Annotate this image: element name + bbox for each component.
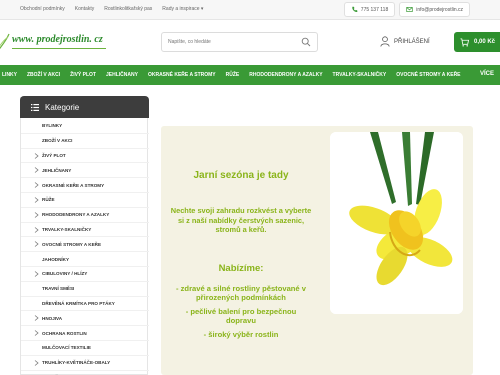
sidebar-category-item[interactable]: PODPĚRY PRO ROSTLINY [21, 371, 149, 375]
search-icon[interactable] [301, 37, 311, 47]
sidebar-category-label: OKRASNÉ KEŘE A STROMY [42, 182, 105, 188]
sidebar-category-label: HNOJIVA [42, 315, 63, 321]
sidebar-category-item[interactable]: DŘEVĚNÁ KRMÍTKA PRO PTÁKY [21, 297, 149, 312]
chevron-right-icon [34, 182, 39, 188]
daffodil-image [330, 132, 463, 314]
top-link-terms[interactable]: Obchodní podmínky [20, 6, 65, 12]
category-list: BYLINKY ZBOŽÍ V AKCI ŽIVÝ PLOT JEHLIČNANY OK… [21, 119, 149, 375]
phone-link[interactable]: 775 137 118 [343, 2, 396, 17]
banner-text: Nechte svoji zahradu rozkvést a vyberte … [170, 206, 312, 235]
cart-button[interactable]: 0,00 Kč [454, 32, 500, 52]
sidebar-category-label: RŮŽE [42, 197, 55, 203]
top-bar: Obchodní podmínky Kontakty Rostlinkolitk… [0, 0, 500, 20]
search-box [161, 32, 318, 52]
sidebar-category-label: OVOCNÉ STROMY A KEŘE [42, 241, 102, 247]
top-link-tips[interactable]: Rady a inspirace ▾ [162, 6, 203, 12]
banner-subtitle: Nabízíme: [218, 263, 264, 274]
sidebar-category-item[interactable]: HNOJIVA [21, 311, 149, 327]
sidebar-category-item[interactable]: ŽIVÝ PLOT [21, 149, 149, 164]
nav-item-rhododendrons[interactable]: RHODODENDRONY A AZALKY [244, 72, 327, 78]
chevron-right-icon [34, 359, 39, 366]
user-icon [380, 36, 390, 47]
nav-item-hedge[interactable]: ŽIVÝ PLOT [65, 72, 101, 78]
sidebar-category-label: JAHODNÍKY [42, 256, 70, 262]
sidebar-category-label: MULČOVACÍ TEXTILIE [42, 345, 91, 351]
category-sidebar: Kategorie BYLINKY ZBOŽÍ V AKCI ŽIVÝ PLOT JE… [20, 96, 149, 375]
sidebar-category-item[interactable]: OKRASNÉ KEŘE A STROMY [21, 178, 149, 193]
chevron-right-icon [34, 167, 39, 174]
banner-title: Jarní sezóna je tady [193, 170, 289, 181]
site-logo[interactable]: www. prodejrostlin. cz [0, 31, 106, 53]
sidebar-category-label: OCHRANA ROSTLIN [42, 330, 87, 336]
sidebar-category-item[interactable]: JAHODNÍKY [21, 252, 149, 267]
phone-number: 775 137 118 [360, 6, 389, 13]
sidebar-category-item[interactable]: TRAVNÍ SMĚSI [21, 282, 149, 297]
sidebar-category-label: JEHLIČNANY [42, 167, 72, 173]
email-address: info@prodejrostlin.cz [416, 6, 463, 13]
phone-icon [352, 6, 358, 12]
sidebar-category-label: ŽIVÝ PLOT [42, 152, 66, 158]
main-navigation: LINKY ZBOŽÍ V AKCI ŽIVÝ PLOT JEHLIČNANY … [0, 65, 500, 85]
sidebar-category-item[interactable]: OVOCNÉ STROMY A KEŘE [21, 237, 149, 253]
chevron-right-icon [34, 315, 39, 322]
nav-more-button[interactable]: VÍCE [480, 71, 494, 77]
top-link-contacts[interactable]: Kontakty [75, 6, 94, 12]
list-icon [31, 103, 39, 111]
sidebar-category-item[interactable]: OCHRANA ROSTLIN [21, 326, 149, 341]
nav-item-shrubs-trees[interactable]: OKRASNÉ KEŘE A STROMY [143, 72, 221, 78]
sidebar-category-item[interactable]: RŮŽE [21, 193, 149, 208]
sidebar-category-label: CIBULOVINY / HLÍZY [42, 271, 88, 277]
nav-item-perennials[interactable]: TRVALKY-SKALNIČKY [328, 72, 392, 78]
chevron-right-icon [34, 241, 39, 248]
sidebar-category-label: ZBOŽÍ V AKCI [42, 138, 73, 144]
sidebar-category-label: BYLINKY [42, 123, 63, 129]
promo-banner: Jarní sezóna je tady Nechte svoji zahrad… [161, 126, 473, 375]
sidebar-category-item[interactable]: MULČOVACÍ TEXTILIE [21, 341, 149, 356]
sidebar-category-label: RHODODENDRONY A AZALKY [42, 212, 110, 218]
sidebar-header: Kategorie [20, 96, 149, 118]
chevron-right-icon [34, 330, 39, 336]
sidebar-category-item[interactable]: BYLINKY [21, 119, 149, 134]
sidebar-category-label: TRUHLÍKY-KVĚTINÁČE-OBALY [42, 360, 111, 366]
login-label: PŘIHLÁŠENÍ [394, 38, 430, 45]
sidebar-title: Kategorie [45, 102, 80, 112]
nav-item-herbs[interactable]: LINKY [0, 72, 22, 78]
daffodil-illustration [330, 132, 463, 314]
sidebar-category-label: TRVALKY-SKALNIČKY [42, 226, 92, 232]
sidebar-category-item[interactable]: TRUHLÍKY-KVĚTINÁČE-OBALY [21, 356, 149, 371]
nav-item-fruit[interactable]: OVOCNÉ STROMY A KEŘE [391, 72, 465, 78]
sidebar-category-item[interactable]: CIBULOVINY / HLÍZY [21, 267, 149, 282]
top-links: Obchodní podmínky Kontakty Rostlinkolitk… [20, 6, 203, 12]
sidebar-category-item[interactable]: JEHLIČNANY [21, 163, 149, 179]
cart-icon [460, 37, 469, 47]
nav-item-roses[interactable]: RŮŽE [221, 72, 245, 78]
sidebar-category-label: DŘEVĚNÁ KRMÍTKA PRO PTÁKY [42, 300, 115, 306]
sidebar-category-item[interactable]: ZBOŽÍ V AKCI [21, 134, 149, 149]
email-link[interactable]: info@prodejrostlin.cz [399, 2, 470, 17]
chevron-right-icon [34, 211, 39, 218]
search-input[interactable] [162, 33, 297, 51]
sidebar-category-label: TRAVNÍ SMĚSI [42, 286, 75, 292]
chevron-right-icon [34, 226, 39, 233]
chevron-right-icon [34, 197, 39, 203]
chevron-right-icon [34, 271, 39, 277]
login-button[interactable]: PŘIHLÁŠENÍ [380, 36, 430, 47]
site-header: www. prodejrostlin. cz PŘIHLÁŠENÍ 0,00 K… [0, 20, 500, 65]
chevron-right-icon [34, 152, 39, 159]
leaf-icon [0, 33, 10, 50]
cart-total: 0,00 Kč [474, 39, 496, 45]
sidebar-category-item[interactable]: RHODODENDRONY A AZALKY [21, 208, 149, 223]
top-link-plant-passport[interactable]: Rostlinkolitkařský pas [104, 6, 152, 12]
banner-point: - široký výběr rostlin [203, 329, 279, 339]
logo-text: www. prodejrostlin. cz [12, 34, 103, 45]
logo-underline [12, 48, 106, 49]
nav-item-sale[interactable]: ZBOŽÍ V AKCI [22, 72, 65, 78]
mail-icon [406, 7, 413, 12]
nav-item-conifers[interactable]: JEHLIČNANY [101, 72, 143, 78]
banner-points: - zdravé a silné rostliny pěstované v př… [171, 284, 311, 343]
sidebar-category-item[interactable]: TRVALKY-SKALNIČKY [21, 223, 149, 238]
banner-point: - zdravé a silné rostliny pěstované v př… [176, 284, 306, 303]
banner-point: - pečlivé balení pro bezpečnou dopravu [185, 306, 297, 326]
contact-info: 775 137 118 info@prodejrostlin.cz [343, 2, 470, 17]
